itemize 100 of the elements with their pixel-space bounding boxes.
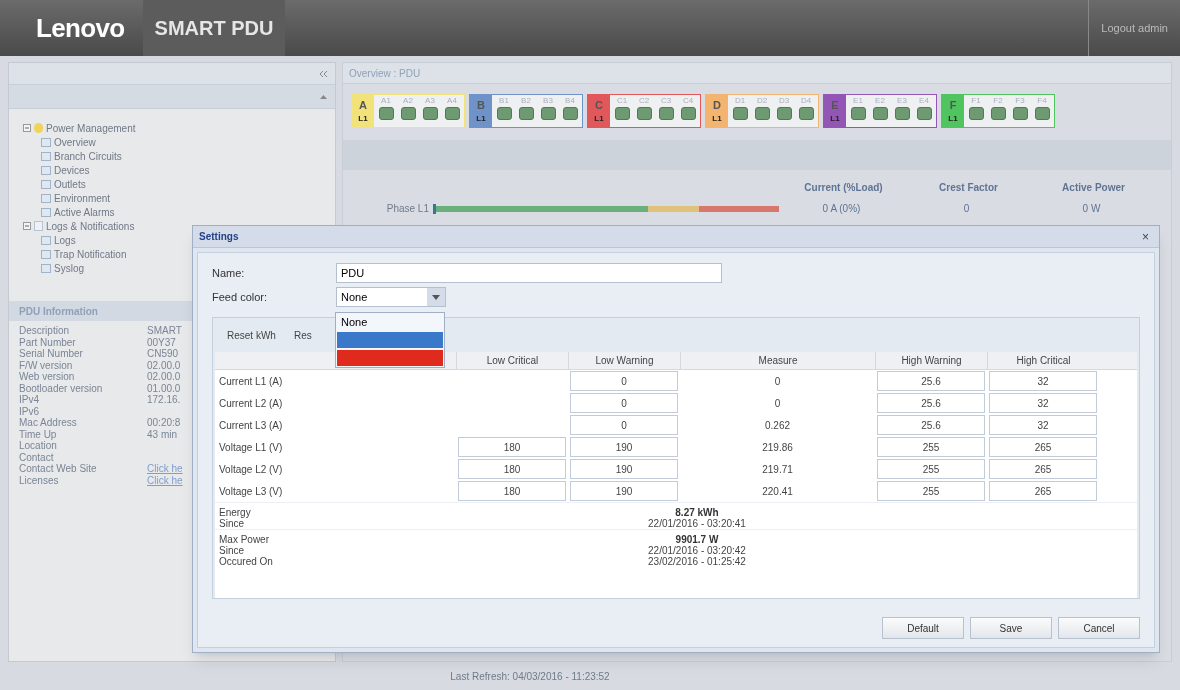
dropdown-option[interactable]: None xyxy=(337,314,443,330)
outlet-icon[interactable] xyxy=(422,107,438,120)
outlet-icon[interactable] xyxy=(798,107,814,120)
outlet-icon[interactable] xyxy=(850,107,866,120)
info-value: 00:20:8 xyxy=(147,416,181,430)
outlet-icon[interactable] xyxy=(732,107,748,120)
info-label: Bootloader version xyxy=(19,381,104,395)
threshold-field[interactable]: 32 xyxy=(989,415,1097,435)
minus-icon[interactable] xyxy=(23,222,31,230)
info-value: 01.00.0 xyxy=(147,381,181,395)
outlet-icon[interactable] xyxy=(518,107,534,120)
tree-item[interactable]: Active Alarms xyxy=(54,204,115,220)
threshold-field[interactable]: 190 xyxy=(570,437,678,457)
row-label: Voltage L3 (V) xyxy=(218,484,284,499)
collapse-icon[interactable] xyxy=(320,70,327,77)
outlet-icon[interactable] xyxy=(894,107,910,120)
tree-item[interactable]: Logs & Notifications xyxy=(46,218,135,234)
outlet-icon[interactable] xyxy=(540,107,556,120)
tree-item[interactable]: Devices xyxy=(54,162,90,178)
tree-item[interactable]: Environment xyxy=(54,190,111,206)
info-value: CN590 xyxy=(147,347,179,361)
outlet-icon[interactable] xyxy=(872,107,888,120)
tree-item[interactable]: Syslog xyxy=(54,260,84,276)
collapse-icon[interactable] xyxy=(320,94,327,99)
outlet-label: A4 xyxy=(447,95,457,107)
close-button[interactable]: × xyxy=(1138,227,1153,246)
dialog-button[interactable]: Save xyxy=(970,617,1052,639)
outlet-icon[interactable] xyxy=(444,107,460,120)
dialog-button[interactable]: Default xyxy=(882,617,964,639)
outlet-label: E4 xyxy=(919,95,929,107)
color-option[interactable] xyxy=(337,350,443,366)
outlet-icon[interactable] xyxy=(968,107,984,120)
phase-value: 0 A (0%) xyxy=(821,202,862,216)
threshold-field[interactable]: 32 xyxy=(989,393,1097,413)
feed-color-select[interactable]: None xyxy=(336,287,446,307)
logout-link[interactable]: Logout admin xyxy=(1088,0,1180,56)
outlet-icon[interactable] xyxy=(776,107,792,120)
threshold-field[interactable]: 25.6 xyxy=(877,415,985,435)
toolbar-button[interactable]: Reset kWh xyxy=(223,327,280,343)
dialog-button[interactable]: Cancel xyxy=(1058,617,1140,639)
summary-value: 8.27 kWh xyxy=(675,507,719,518)
toolbar-button[interactable]: Res xyxy=(289,327,316,343)
threshold-field[interactable]: 180 xyxy=(458,459,566,479)
outlet-icon[interactable] xyxy=(1034,107,1050,120)
outlet-label: F1 xyxy=(971,95,981,107)
tree-item[interactable]: Power Management xyxy=(46,120,136,136)
outlet-icon[interactable] xyxy=(614,107,630,120)
tree-item[interactable]: Branch Circuits xyxy=(54,148,122,164)
tree-item[interactable]: Trap Notification xyxy=(54,246,127,262)
threshold-field[interactable]: 255 xyxy=(877,481,985,501)
name-field[interactable]: PDU xyxy=(336,263,722,283)
threshold-field[interactable]: 0 xyxy=(570,415,678,435)
outlet-label: B4 xyxy=(565,95,575,107)
outlet-icon[interactable] xyxy=(658,107,674,120)
outlet-icon[interactable] xyxy=(636,107,652,120)
info-label: Description xyxy=(19,324,71,338)
info-value: 172.16. xyxy=(147,393,181,408)
threshold-field[interactable]: 265 xyxy=(989,481,1097,501)
info-label: Serial Number xyxy=(19,347,84,361)
outlet-icon[interactable] xyxy=(378,107,394,120)
outlet-icon[interactable] xyxy=(754,107,770,120)
threshold-field[interactable]: 0 xyxy=(570,371,678,391)
tree-item[interactable]: Overview xyxy=(54,134,96,150)
info-label: IPv4 xyxy=(19,393,40,407)
outlet-icon[interactable] xyxy=(562,107,578,120)
outlet-icon[interactable] xyxy=(496,107,512,120)
outlet-icon[interactable] xyxy=(1012,107,1028,120)
outlet-icon[interactable] xyxy=(680,107,696,120)
threshold-field[interactable]: 180 xyxy=(458,437,566,457)
column-header: Low Critical xyxy=(456,352,568,369)
outlet-label: E2 xyxy=(875,95,885,107)
group-tag: C L1 xyxy=(588,95,610,127)
threshold-field[interactable]: 255 xyxy=(877,459,985,479)
threshold-field[interactable]: 265 xyxy=(989,459,1097,479)
tree-item[interactable]: Outlets xyxy=(54,176,86,192)
phase-label: Phase L1 xyxy=(385,202,430,216)
bulb-icon xyxy=(34,123,43,133)
minus-icon[interactable] xyxy=(23,124,31,132)
threshold-field[interactable]: 190 xyxy=(570,481,678,501)
measure-value: 219.86 xyxy=(762,440,793,455)
info-label: Contact xyxy=(19,450,55,464)
outlet-icon[interactable] xyxy=(916,107,932,120)
threshold-field[interactable]: 32 xyxy=(989,371,1097,391)
threshold-field[interactable]: 265 xyxy=(989,437,1097,457)
color-option[interactable] xyxy=(337,332,443,348)
measure-value: 0 xyxy=(774,396,781,411)
threshold-field[interactable]: 255 xyxy=(877,437,985,457)
threshold-field[interactable]: 25.6 xyxy=(877,393,985,413)
threshold-field[interactable]: 190 xyxy=(570,459,678,479)
dialog-title: Settings xyxy=(199,230,239,244)
outlet-icon[interactable] xyxy=(990,107,1006,120)
panel-header: Overview : PDU xyxy=(342,62,1172,84)
tree-item[interactable]: Logs xyxy=(54,232,76,248)
threshold-field[interactable]: 180 xyxy=(458,481,566,501)
threshold-field[interactable]: 0 xyxy=(570,393,678,413)
threshold-field[interactable]: 25.6 xyxy=(877,371,985,391)
info-label: Location xyxy=(19,440,58,453)
outlet-icon[interactable] xyxy=(400,107,416,120)
brand-logo: Lenovo xyxy=(36,11,125,45)
summary-label: Since xyxy=(219,545,245,556)
